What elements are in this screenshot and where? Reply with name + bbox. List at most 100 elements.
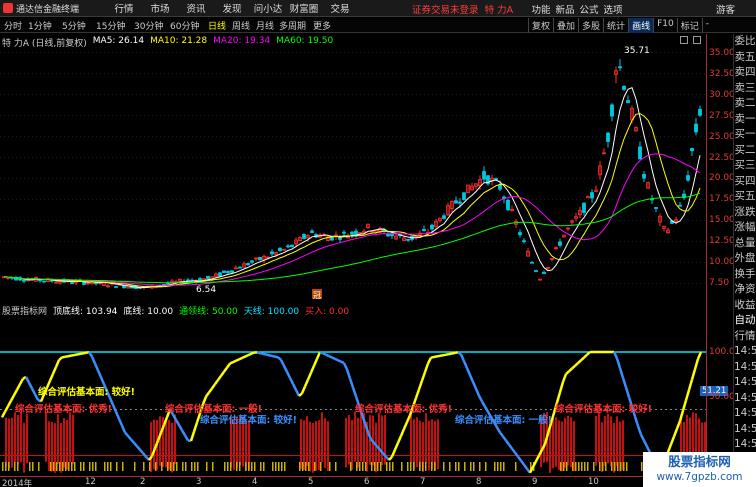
period-multi[interactable]: 多周期 xyxy=(279,19,306,32)
candle-body xyxy=(442,215,446,219)
oscillator-segment xyxy=(114,411,121,420)
side-tab[interactable]: 自动 xyxy=(734,313,756,329)
adjust-button[interactable]: 复权 xyxy=(528,18,553,33)
oscillator-segment xyxy=(396,435,403,444)
menu-wealth[interactable]: 财富圈 xyxy=(286,1,322,15)
period-5min[interactable]: 5分钟 xyxy=(62,19,86,32)
side-tab[interactable]: 卖二 xyxy=(734,96,756,112)
menu-function[interactable]: 功能 xyxy=(529,2,553,16)
menu-formula[interactable]: 公式 xyxy=(577,2,601,16)
menu-new[interactable]: 新品 xyxy=(553,2,577,16)
side-tab[interactable]: 涨幅 xyxy=(734,220,756,236)
base-tick xyxy=(500,462,502,471)
side-tab[interactable]: 外盘 xyxy=(734,251,756,267)
period-weekly[interactable]: 周线 xyxy=(232,19,250,32)
side-tab[interactable]: 净资 xyxy=(734,282,756,298)
price-chart[interactable]: 35.71 6.54 冠 xyxy=(0,34,706,299)
stats-button[interactable]: 统计 xyxy=(603,18,628,33)
oscillator-segment xyxy=(639,433,646,442)
side-tab[interactable]: 14:56 xyxy=(734,437,756,453)
menu-discover[interactable]: 发现 xyxy=(214,1,250,15)
base-tick xyxy=(263,462,265,471)
f10-button[interactable]: F10 xyxy=(653,18,677,33)
date-label: 2 xyxy=(140,477,146,487)
guest-label[interactable]: 游客 xyxy=(716,2,735,16)
period-monthly[interactable]: 月线 xyxy=(256,19,274,32)
base-tick xyxy=(377,462,379,471)
base-tick xyxy=(155,462,157,471)
oscillator-segment xyxy=(67,354,72,358)
base-tick xyxy=(413,462,415,471)
side-tab[interactable]: 14:56 xyxy=(734,344,756,360)
minimize-button[interactable]: - xyxy=(701,18,712,33)
price-axis-label: 20.00 xyxy=(709,173,735,184)
base-tick xyxy=(356,462,358,471)
oscillator-segment xyxy=(468,374,475,383)
base-tick xyxy=(89,462,91,471)
period-60min[interactable]: 60分钟 xyxy=(170,19,199,32)
oscillator-segment xyxy=(442,353,447,357)
period-30min[interactable]: 30分钟 xyxy=(134,19,163,32)
base-tick xyxy=(362,462,364,471)
indicator-chart[interactable]: 综合评估基本面: 较好!综合评估基本面: 优秀! 综合评估基本面: 一般!综合评估… xyxy=(0,302,706,475)
multi-stock-button[interactable]: 多股 xyxy=(578,18,603,33)
period-toolbar: 分时 1分钟 5分钟 15分钟 30分钟 60分钟 日线 周线 月线 多周期 更… xyxy=(0,18,756,33)
oscillator-segment xyxy=(393,442,400,451)
oscillator-segment xyxy=(51,366,58,375)
signal-bar xyxy=(564,417,566,468)
period-15min[interactable]: 15分钟 xyxy=(96,19,125,32)
app-title: 通达信金融终端 xyxy=(16,4,80,15)
side-tab[interactable]: 卖一 xyxy=(734,112,756,128)
base-tick xyxy=(386,462,388,471)
base-tick xyxy=(107,462,109,471)
base-tick xyxy=(605,462,607,471)
side-tab[interactable]: 14:56 xyxy=(734,422,756,438)
side-tab[interactable]: 买四 xyxy=(734,174,756,190)
side-tab[interactable]: 换手 xyxy=(734,267,756,283)
base-tick xyxy=(239,462,241,471)
candle-body xyxy=(82,281,86,285)
side-tab[interactable]: 买三 xyxy=(734,158,756,174)
login-warning[interactable]: 证券交易未登录 特 力A xyxy=(412,2,513,16)
menu-trade[interactable]: 交易 xyxy=(322,1,358,15)
oscillator-segment xyxy=(430,355,435,359)
side-tab[interactable]: 涨跌 xyxy=(734,205,756,221)
menu-market[interactable]: 市场 xyxy=(142,1,178,15)
signal-bar xyxy=(610,416,612,467)
side-tab[interactable]: 卖五 xyxy=(734,50,756,66)
draw-button[interactable]: 画线 xyxy=(628,18,654,33)
overlay-button[interactable]: 叠加 xyxy=(553,18,578,33)
base-tick xyxy=(470,462,472,471)
period-daily[interactable]: 日线 xyxy=(208,19,226,32)
side-tab[interactable]: 14:56 xyxy=(734,375,756,391)
side-tab[interactable]: 14:56 xyxy=(734,360,756,376)
oscillator-segment xyxy=(348,378,355,388)
side-tab[interactable]: 14:56 xyxy=(734,391,756,407)
oscillator-segment xyxy=(636,425,643,435)
menu-news[interactable]: 资讯 xyxy=(178,1,214,15)
oscillator-segment xyxy=(561,373,568,383)
side-tab[interactable]: 卖三 xyxy=(734,81,756,97)
side-tab[interactable]: 总量 xyxy=(734,236,756,252)
period-more[interactable]: 更多 xyxy=(313,19,331,32)
side-tab[interactable]: 买五 xyxy=(734,189,756,205)
menu-ask[interactable]: 问小达 xyxy=(250,1,286,15)
side-tab[interactable]: 委比 xyxy=(734,34,756,50)
toolbar-right-group: 复权 叠加 多股 统计 画线 F10 标记 - xyxy=(528,18,712,33)
side-tab[interactable]: 卖四 xyxy=(734,65,756,81)
menu-quotes[interactable]: 行情 xyxy=(106,1,142,15)
period-1min[interactable]: 1分钟 xyxy=(28,19,52,32)
signal-bar xyxy=(48,421,50,471)
period-tick[interactable]: 分时 xyxy=(4,19,22,32)
side-tab[interactable]: 行情 xyxy=(734,329,756,345)
date-label: 4 xyxy=(252,477,258,487)
signal-bar xyxy=(616,416,618,466)
menu-options[interactable]: 选项 xyxy=(601,2,625,16)
side-tab[interactable]: 买二 xyxy=(734,143,756,159)
mark-button[interactable]: 标记 xyxy=(676,18,702,33)
base-tick xyxy=(458,462,460,471)
side-tab[interactable]: 14:56 xyxy=(734,406,756,422)
side-tab[interactable]: 收益 xyxy=(734,298,756,314)
side-tab[interactable]: 买一 xyxy=(734,127,756,143)
base-tick xyxy=(251,462,253,471)
